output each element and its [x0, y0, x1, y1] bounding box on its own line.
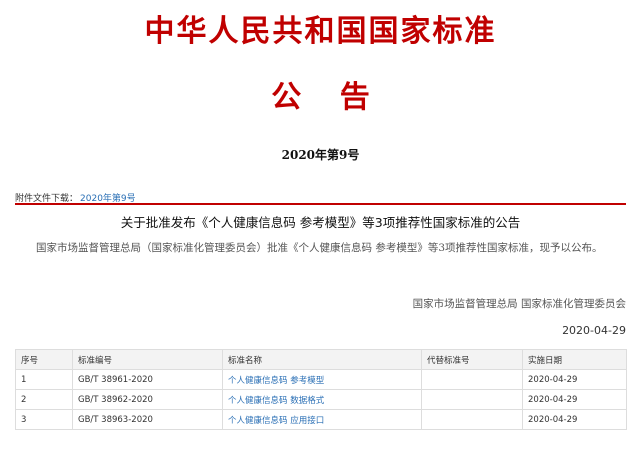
notice-date: 2020-04-29	[562, 324, 626, 337]
cell-seq: 2	[15, 389, 73, 410]
cell-code: GB/T 38963-2020	[72, 409, 223, 430]
table-row: 2 GB/T 38962-2020 个人健康信息码 数据格式 2020-04-2…	[15, 389, 627, 410]
table-row: 3 GB/T 38963-2020 个人健康信息码 应用接口 2020-04-2…	[15, 409, 627, 430]
column-header-replaced: 代替标准号	[421, 349, 523, 370]
cell-effective: 2020-04-29	[522, 369, 627, 390]
document-number: 2020年第9号	[281, 148, 360, 162]
notice-title: 关于批准发布《个人健康信息码 参考模型》等3项推荐性国家标准的公告	[120, 215, 521, 230]
table-row: 1 GB/T 38961-2020 个人健康信息码 参考模型 2020-04-2…	[15, 369, 627, 390]
cell-replaced	[421, 389, 523, 410]
cell-effective: 2020-04-29	[522, 409, 627, 430]
standard-name-link[interactable]: 个人健康信息码 参考模型	[222, 369, 422, 390]
notice-body: 国家市场监督管理总局（国家标准化管理委员会）批准《个人健康信息码 参考模型》等3…	[36, 242, 603, 254]
column-header-seq: 序号	[15, 349, 73, 370]
standards-table: 序号 标准编号 标准名称 代替标准号 实施日期 1 GB/T 38961-202…	[15, 349, 627, 430]
standard-name-link[interactable]: 个人健康信息码 数据格式	[222, 389, 422, 410]
page-title: 中华人民共和国国家标准	[144, 14, 497, 49]
column-header-code: 标准编号	[72, 349, 223, 370]
cell-replaced	[421, 369, 523, 390]
cell-code: GB/T 38962-2020	[72, 389, 223, 410]
column-header-name: 标准名称	[222, 349, 422, 370]
announcement-heading: 公 告	[271, 80, 370, 115]
standard-name-link[interactable]: 个人健康信息码 应用接口	[222, 409, 422, 430]
issuer-signature: 国家市场监督管理总局 国家标准化管理委员会	[412, 298, 626, 310]
cell-seq: 1	[15, 369, 73, 390]
cell-seq: 3	[15, 409, 73, 430]
table-header-row: 序号 标准编号 标准名称 代替标准号 实施日期	[15, 349, 627, 370]
cell-replaced	[421, 409, 523, 430]
cell-effective: 2020-04-29	[522, 389, 627, 410]
red-divider	[15, 203, 626, 205]
cell-code: GB/T 38961-2020	[72, 369, 223, 390]
column-header-effective: 实施日期	[522, 349, 627, 370]
